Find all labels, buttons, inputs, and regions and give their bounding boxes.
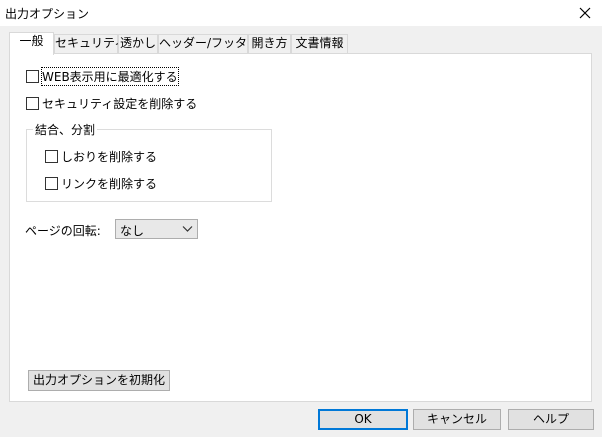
page-rotation-value: なし — [120, 224, 145, 238]
cancel-button[interactable]: キャンセル — [413, 409, 501, 430]
merge-split-legend: 結合、分割 — [33, 121, 98, 138]
optimize-web-checkbox[interactable]: WEB表示用に最適化する — [26, 66, 179, 86]
tab-header-footer[interactable]: ヘッダー/フッター — [158, 34, 259, 53]
page-rotation-label: ページの回転: — [25, 224, 101, 238]
general-panel: WEB表示用に最適化する セキュリティ設定を削除する 結合、分割 しおりを削除す… — [9, 53, 592, 402]
tab-document-info[interactable]: 文書情報 — [291, 34, 348, 53]
reset-options-button[interactable]: 出力オプションを初期化 — [28, 370, 170, 391]
ok-button[interactable]: OK — [318, 409, 408, 430]
tab-open-method[interactable]: 開き方 — [248, 34, 291, 53]
remove-bookmarks-label: しおりを削除する — [61, 149, 158, 164]
close-icon — [579, 7, 591, 19]
remove-links-checkbox[interactable]: リンクを削除する — [45, 175, 157, 191]
checkbox-box[interactable] — [45, 176, 58, 190]
chevron-down-icon — [182, 226, 193, 232]
page-rotation-select[interactable]: なし — [115, 219, 198, 239]
remove-security-checkbox[interactable]: セキュリティ設定を削除する — [26, 95, 197, 111]
checkbox-box[interactable] — [26, 69, 39, 83]
remove-links-label: リンクを削除する — [61, 176, 158, 191]
window-title: 出力オプション — [5, 7, 90, 21]
title-bar: 出力オプション — [0, 0, 602, 26]
checkbox-box[interactable] — [26, 96, 39, 110]
tab-security[interactable]: セキュリティ — [54, 34, 126, 53]
optimize-web-label: WEB表示用に最適化する — [41, 66, 179, 86]
merge-split-group: 結合、分割 しおりを削除する リンクを削除する — [26, 121, 272, 202]
remove-bookmarks-checkbox[interactable]: しおりを削除する — [45, 148, 157, 164]
remove-security-label: セキュリティ設定を削除する — [42, 96, 198, 111]
checkbox-box[interactable] — [45, 149, 58, 163]
tab-general[interactable]: 一般 — [9, 32, 54, 55]
tab-watermark[interactable]: 透かし — [118, 34, 158, 53]
help-button[interactable]: ヘルプ — [508, 409, 594, 430]
close-button[interactable] — [568, 0, 602, 26]
